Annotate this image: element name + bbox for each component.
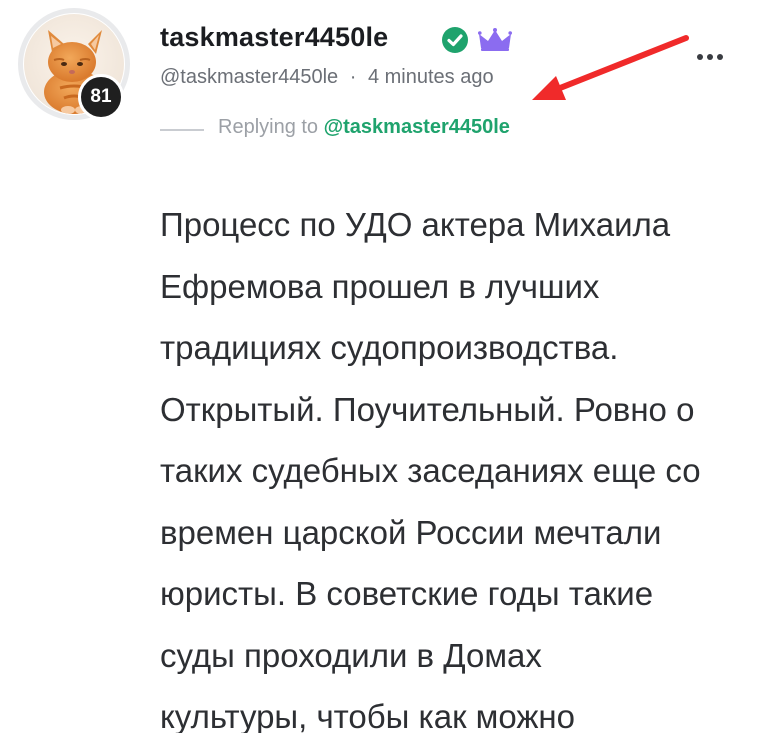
body-line: традициях судопроизводства. [160,329,619,366]
more-horizontal-icon[interactable] [694,50,726,64]
body-line: культуры, чтобы как можно [160,698,575,733]
reputation-badge: 81 [78,74,124,120]
body-line: Открытый. Поучительный. Ровно о [160,390,695,428]
body-line: Ефремова прошел в лучших [160,267,600,305]
post-meta: @taskmaster4450le · 4 minutes ago [160,66,494,89]
body-line: таких судебных заседаниях еще со [160,452,701,489]
body-line: времен царской России мечтали [160,513,662,551]
body-line: суды проходили в Домах [160,636,542,674]
verified-check-icon [442,27,468,53]
reply-divider [160,129,204,131]
author-handle[interactable]: @taskmaster4450le [160,66,338,88]
author-display-name[interactable]: taskmaster4450le [160,22,388,53]
crown-icon [478,28,512,51]
reply-handle-link[interactable]: @taskmaster4450le [324,116,510,138]
reply-prefix: Replying to [218,116,319,138]
post-timestamp[interactable]: 4 minutes ago [368,66,494,88]
reply-context: Replying to @taskmaster4450le [218,116,510,139]
post-body: Процесс по УДО актера Михаила Ефремова п… [160,194,760,733]
meta-separator: · [349,66,357,88]
body-line: юристы. В советские годы такие [160,575,654,612]
red-arrow-annotation-icon [532,35,689,100]
body-line: Процесс по УДО актера Михаила [160,206,671,243]
comment-post: 81 taskmaster4450le @taskmaster4450le · … [0,0,768,733]
